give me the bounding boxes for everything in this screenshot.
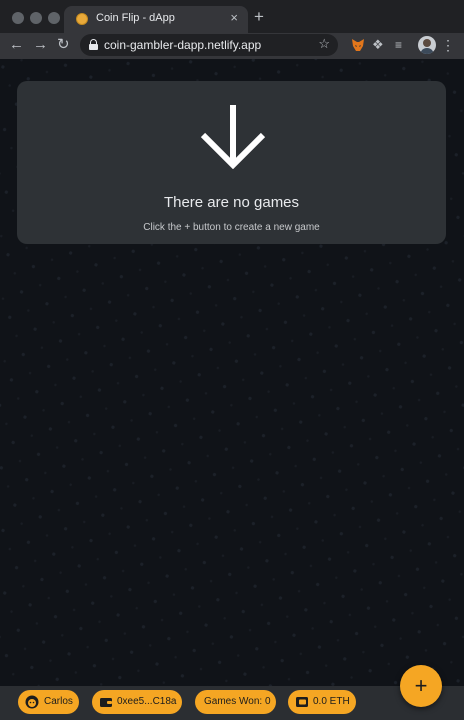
arrow-down-icon (200, 105, 266, 169)
create-game-button[interactable]: + (400, 665, 442, 707)
empty-state-subtitle: Click the + button to create a new game (143, 222, 320, 233)
empty-state-card: There are no games Click the + button to… (17, 81, 446, 244)
url-text: coin-gambler-dapp.netlify.app (104, 38, 262, 52)
browser-tabstrip: Coin Flip - dApp × + (0, 0, 464, 33)
coin-favicon-icon (76, 13, 88, 25)
maximize-window-dot[interactable] (48, 12, 60, 24)
user-chip[interactable]: Carlos (18, 690, 79, 714)
lock-icon (89, 39, 98, 50)
wallet-address-chip[interactable]: 0xee5...C18a (92, 690, 182, 714)
minimize-window-dot[interactable] (30, 12, 42, 24)
new-tab-button[interactable]: + (254, 8, 264, 26)
status-bar: Carlos 0xee5...C18a Games Won: 0 0.0 ETH (0, 686, 464, 720)
close-window-dot[interactable] (12, 12, 24, 24)
extensions-puzzle-icon[interactable]: ❖ (372, 37, 388, 53)
forward-arrow-icon[interactable]: → (33, 35, 48, 55)
balance-text: 0.0 ETH (313, 696, 350, 707)
user-face-icon (25, 695, 39, 709)
empty-state-title: There are no games (163, 194, 300, 211)
games-won-chip[interactable]: Games Won: 0 (195, 690, 276, 714)
app-page: There are no games Click the + button to… (0, 59, 464, 720)
tab-close-button[interactable]: × (230, 10, 238, 26)
user-name: Carlos (44, 696, 73, 707)
back-arrow-icon[interactable]: ← (9, 35, 24, 55)
tab-title: Coin Flip - dApp (96, 12, 175, 24)
bookmark-star-icon[interactable]: ☆ (318, 36, 330, 52)
wallet-icon (296, 697, 308, 707)
wallet-address: 0xee5...C18a (117, 696, 177, 707)
reading-list-icon[interactable]: ≡ (395, 37, 411, 53)
metamask-fox-icon[interactable] (350, 37, 366, 53)
browser-toolbar: ← → ↻ coin-gambler-dapp.netlify.app ☆ ❖ … (0, 33, 464, 59)
browser-tab[interactable]: Coin Flip - dApp × (64, 6, 248, 33)
browser-menu-icon[interactable]: ⋮ (441, 37, 455, 53)
games-won-text: Games Won: 0 (204, 696, 271, 707)
balance-chip[interactable]: 0.0 ETH (288, 690, 356, 714)
address-bar[interactable]: coin-gambler-dapp.netlify.app ☆ (80, 34, 338, 56)
wallet-icon (100, 698, 112, 707)
profile-avatar[interactable] (418, 36, 436, 54)
reload-icon[interactable]: ↻ (57, 35, 70, 55)
